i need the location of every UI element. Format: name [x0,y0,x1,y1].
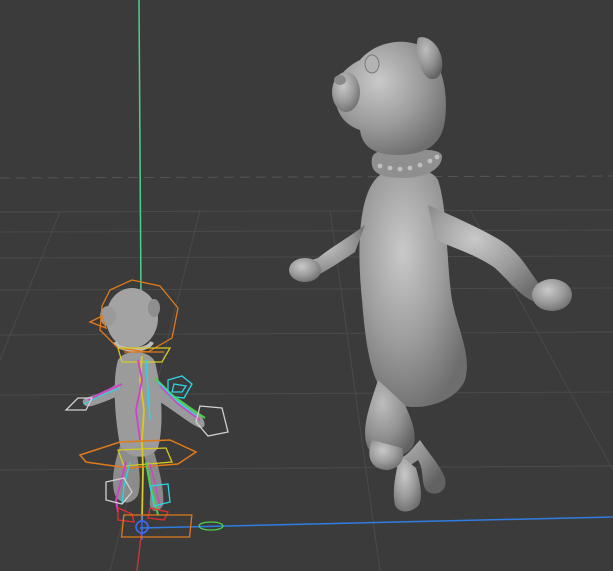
clay-dog-character[interactable] [289,37,572,512]
3d-viewport[interactable] [0,0,613,571]
viewport-canvas[interactable] [0,0,613,571]
ground-control[interactable] [120,514,193,538]
y-axis-line [138,0,142,301]
z-axis-line [136,527,143,571]
ground-grid [0,175,613,571]
